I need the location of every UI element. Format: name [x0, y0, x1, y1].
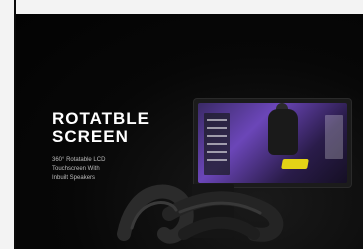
- left-border: [0, 0, 14, 249]
- bike-handlebar-icon: [117, 184, 284, 244]
- workout-stats-panel: [325, 115, 343, 159]
- rider-figure: [268, 109, 298, 155]
- menu-line: [207, 127, 227, 129]
- top-border: [0, 0, 363, 14]
- product-stage: ROTATBLE SCREEN 360° Rotatable LCD Touch…: [16, 14, 363, 249]
- menu-line: [207, 151, 227, 153]
- menu-line: [207, 119, 227, 121]
- menu-line: [207, 143, 227, 145]
- menu-line: [207, 135, 227, 137]
- menu-line: [207, 159, 227, 161]
- promo-frame: ROTATBLE SCREEN 360° Rotatable LCD Touch…: [0, 0, 363, 249]
- feature-headline: ROTATBLE SCREEN: [52, 109, 151, 146]
